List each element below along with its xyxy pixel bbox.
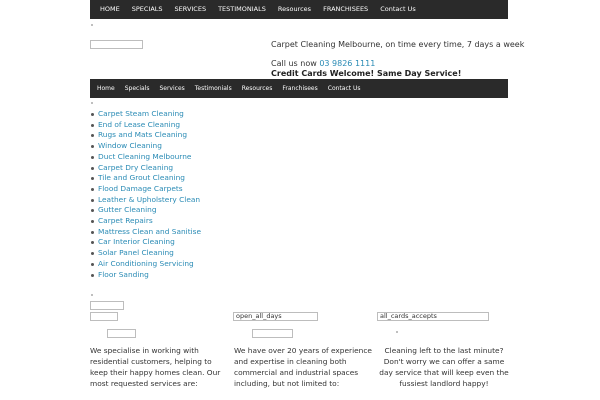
main-nav-home[interactable]: Home	[92, 79, 120, 98]
top-nav-testimonials[interactable]: TESTIMONIALS	[212, 0, 272, 19]
top-nav-specials[interactable]: SPECIALS	[126, 0, 169, 19]
service-link[interactable]: Carpet Dry Cleaning	[90, 163, 201, 174]
broken-image-marker	[91, 102, 93, 104]
residential-blurb: We specialise in working with residentia…	[90, 346, 221, 388]
cutoff-content	[238, 394, 274, 400]
service-link[interactable]: Solar Panel Cleaning	[90, 248, 201, 259]
main-nav-testimonials[interactable]: Testimonials	[190, 79, 237, 98]
main-nav-specials[interactable]: Specials	[120, 79, 155, 98]
service-link[interactable]: Carpet Steam Cleaning	[90, 109, 201, 120]
service-link[interactable]: Tile and Grout Cleaning	[90, 173, 201, 184]
main-nav-resources[interactable]: Resources	[237, 79, 278, 98]
image-placeholder	[90, 301, 124, 310]
commercial-blurb: We have over 20 years of experience and …	[234, 346, 372, 388]
call-us-line: Call us now 03 9826 1111	[271, 59, 506, 69]
main-nav-services[interactable]: Services	[154, 79, 189, 98]
service-link[interactable]: Gutter Cleaning	[90, 205, 201, 216]
service-link[interactable]: Rugs and Mats Cleaning	[90, 130, 201, 141]
service-link[interactable]: Duct Cleaning Melbourne	[90, 152, 201, 163]
site-logo[interactable]	[90, 40, 143, 49]
service-link[interactable]: Car Interior Cleaning	[90, 237, 201, 248]
services-list: Carpet Steam Cleaning End of Lease Clean…	[90, 109, 201, 280]
service-link[interactable]: Floor Sanding	[90, 270, 201, 281]
top-nav-bar: HOME SPECIALS SERVICES TESTIMONIALS Reso…	[90, 0, 508, 19]
same-day-blurb: Cleaning left to the last minute? Don't …	[379, 346, 509, 388]
call-us-label: Call us now	[271, 59, 317, 68]
top-nav-franchisees[interactable]: FRANCHISEES	[317, 0, 374, 19]
main-nav-franchisees[interactable]: Franchisees	[277, 79, 322, 98]
broken-image-marker	[91, 294, 93, 296]
service-link[interactable]: Flood Damage Carpets	[90, 184, 201, 195]
broken-image-marker	[396, 331, 398, 333]
image-placeholder	[90, 312, 118, 321]
image-placeholder	[107, 329, 136, 338]
promo-banner: Credit Cards Welcome! Same Day Service!	[271, 69, 462, 78]
service-link[interactable]: Carpet Repairs	[90, 216, 201, 227]
service-link[interactable]: Leather & Upholstery Clean	[90, 195, 201, 206]
cutoff-content	[95, 394, 156, 400]
main-nav-contact[interactable]: Contact Us	[323, 79, 366, 98]
image-placeholder	[252, 329, 293, 338]
top-nav-contact[interactable]: Contact Us	[374, 0, 422, 19]
top-nav-services[interactable]: SERVICES	[169, 0, 213, 19]
main-nav-bar: Home Specials Services Testimonials Reso…	[90, 79, 508, 98]
header-contact-info: Carpet Cleaning Melbourne, on time every…	[271, 40, 525, 79]
service-link[interactable]: End of Lease Cleaning	[90, 120, 201, 131]
broken-image-marker	[91, 24, 93, 26]
service-link[interactable]: Window Cleaning	[90, 141, 201, 152]
open-all-days-image: open_all_days	[233, 312, 318, 321]
phone-link[interactable]: 03 9826 1111	[319, 59, 375, 68]
top-nav-home[interactable]: HOME	[94, 0, 126, 19]
site-tagline: Carpet Cleaning Melbourne, on time every…	[271, 40, 525, 49]
service-link[interactable]: Mattress Clean and Sanitise	[90, 227, 201, 238]
service-link[interactable]: Air Conditioning Servicing	[90, 259, 201, 270]
top-nav-resources[interactable]: Resources	[272, 0, 317, 19]
all-cards-accepted-image: all_cards_accepts	[377, 312, 489, 321]
